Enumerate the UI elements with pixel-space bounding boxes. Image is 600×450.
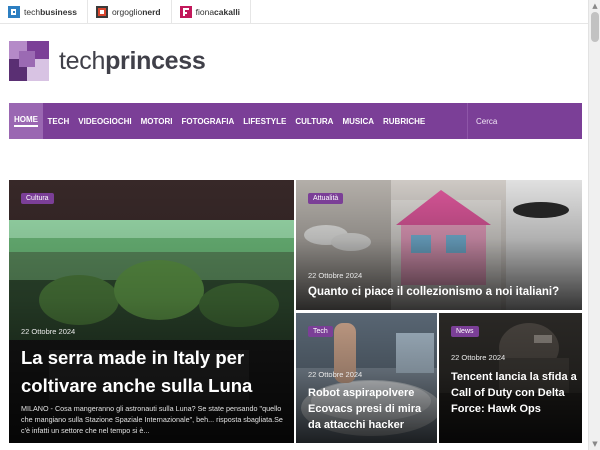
nav-item-videogiochi[interactable]: VIDEOGIOCHI [74,103,136,139]
article-excerpt: MILANO - Cosa mangeranno gli astronauti … [21,404,283,435]
article-title[interactable]: Quanto ci piace il collezionismo a noi i… [308,285,578,300]
network-label: fionacakalli [195,6,241,17]
network-bar: techbusiness orgoglionerd fionacakalli [0,0,588,24]
featured-article[interactable]: Cultura 22 Ottobre 2024 La serra made in… [9,180,294,443]
article-title[interactable]: La serra made in Italy per coltivare anc… [21,344,286,400]
scrollbar[interactable]: ▲ ▼ [588,0,600,450]
nav-item-tech[interactable]: TECH [43,103,74,139]
category-badge[interactable]: Tech [308,326,333,337]
category-badge[interactable]: Attualità [308,193,344,204]
nav-item-home[interactable]: HOME [9,103,43,139]
article-date: 22 Ottobre 2024 [308,370,363,379]
site-name: techprincess [59,46,206,75]
network-link-fionacakalli[interactable]: fionacakalli [172,0,252,24]
nav-item-musica[interactable]: MUSICA [338,103,379,139]
scrollbar-thumb[interactable] [591,12,599,42]
network-link-orgoglionerd[interactable]: orgoglionerd [88,0,172,24]
search-input[interactable]: Cerca [467,103,582,139]
article-card-ecovacs[interactable]: Tech 22 Ottobre 2024 Robot aspirapolvere… [296,313,437,443]
main-nav: HOME TECH VIDEOGIOCHI MOTORI FOTOGRAFIA … [9,103,582,139]
nav-item-cultura[interactable]: CULTURA [291,103,338,139]
scroll-down-arrow-icon[interactable]: ▼ [591,440,599,448]
fionacakalli-logo-icon [179,5,192,18]
article-date: 22 Ottobre 2024 [451,353,506,362]
page: techbusiness orgoglionerd fionacakalli t… [0,0,600,450]
article-date: 22 Ottobre 2024 [21,327,76,336]
article-card-tencent[interactable]: News 22 Ottobre 2024 Tencent lancia la s… [439,313,582,443]
nav-item-fotografia[interactable]: FOTOGRAFIA [177,103,239,139]
network-link-techbusiness[interactable]: techbusiness [0,0,88,24]
site-logo[interactable]: techprincess [9,41,206,81]
nav-item-motori[interactable]: MOTORI [136,103,177,139]
orgoglionerd-logo-icon [95,5,108,18]
article-title[interactable]: Tencent lancia la sfida a Call of Duty c… [451,369,579,417]
category-badge[interactable]: Cultura [21,193,54,204]
article-date: 22 Ottobre 2024 [308,271,363,280]
nav-item-rubriche[interactable]: RUBRICHE [379,103,430,139]
network-label: orgoglionerd [111,6,161,17]
nav-item-lifestyle[interactable]: LIFESTYLE [239,103,291,139]
techprincess-logo-icon [9,41,49,81]
article-title[interactable]: Robot aspirapolvere Ecovacs presi di mir… [308,385,434,433]
scroll-up-arrow-icon[interactable]: ▲ [591,2,599,10]
category-badge[interactable]: News [451,326,479,337]
article-card-collezionismo[interactable]: Attualità 22 Ottobre 2024 Quanto ci piac… [296,180,582,310]
techbusiness-logo-icon [8,5,20,18]
network-label: techbusiness [24,6,77,17]
